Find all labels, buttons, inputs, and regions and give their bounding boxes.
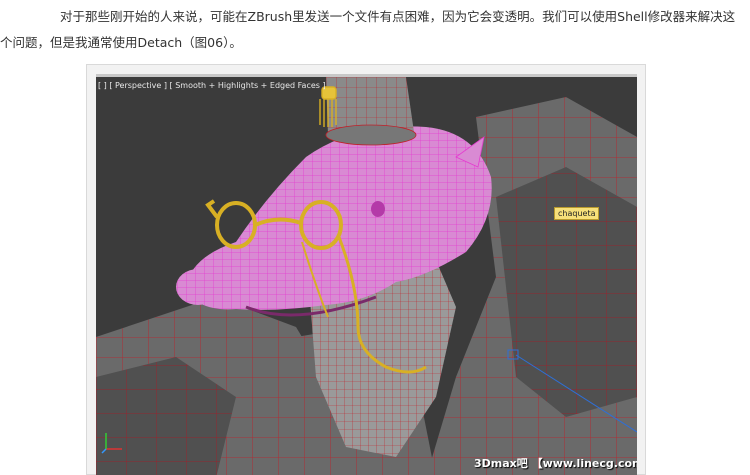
viewport-mode-label[interactable]: [ ] [ Perspective ] [ Smooth + Highlight… [98, 81, 326, 90]
article-text: 对于那些刚开始的人来说，可能在ZBrush里发送一个文件有点困难，因为它会变透明… [0, 4, 748, 56]
character-model-render [96, 77, 637, 475]
article-paragraph-line1: 对于那些刚开始的人来说，可能在ZBrush里发送一个文件有点困难，因为它会变透明… [60, 9, 736, 24]
site-watermark: 3Dmax吧 【www.linecg.com/tieba/1771】 [474, 457, 637, 470]
axis-gizmo-icon [101, 433, 122, 454]
3d-viewport-image: [ ] [ Perspective ] [ Smooth + Highlight… [96, 74, 637, 475]
object-name-tooltip: chaqueta [554, 207, 600, 220]
article-paragraph-line2: 个问题，但是我通常使用Detach（图06）。 [0, 35, 242, 50]
